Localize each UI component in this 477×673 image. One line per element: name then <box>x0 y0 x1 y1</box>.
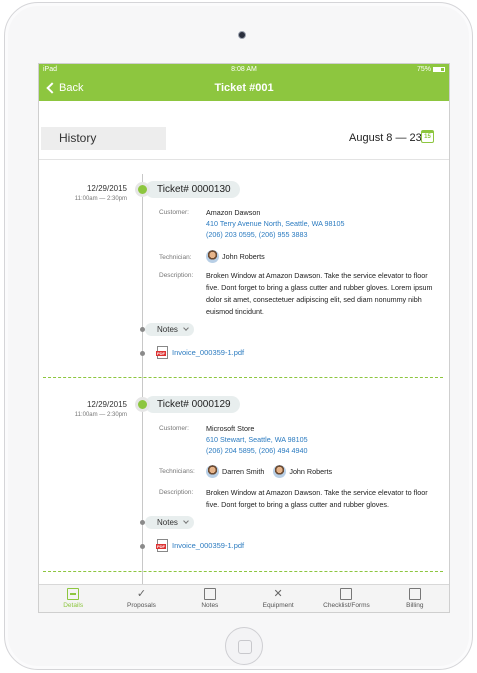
checkmark-icon <box>135 588 147 600</box>
tab-label: Notes <box>201 602 219 609</box>
customer-name: Microsoft Store <box>206 424 255 433</box>
page-title: Ticket #001 <box>214 82 274 94</box>
checklist-icon <box>340 588 353 600</box>
battery-indicator: 75% <box>417 64 445 76</box>
technician[interactable]: John Roberts <box>273 465 332 478</box>
attachment-link[interactable]: Invoice_000359-1.pdf <box>156 539 245 552</box>
notes-label: Notes <box>157 518 178 527</box>
ipad-frame: iPad 8:08 AM 75% Back Ticket #001 Histor… <box>4 2 473 670</box>
description-text: Broken Window at Amazon Dawson. Take the… <box>206 271 433 316</box>
customer-name: Amazon Dawson <box>206 208 261 217</box>
description-label: Description: <box>159 489 194 496</box>
notes-label: Notes <box>157 325 178 334</box>
tab-label: Billing <box>406 602 424 609</box>
notes-dropdown[interactable]: Notes <box>145 516 194 529</box>
customer-phone-link[interactable]: (206) 204 5895, (206) 494 4940 <box>206 445 308 456</box>
customer-label: Customer: <box>159 209 189 216</box>
pdf-icon <box>156 539 168 552</box>
tab-label: Proposals <box>127 602 156 609</box>
timeline-dot <box>135 182 150 197</box>
tab-equipment[interactable]: Equipment <box>244 585 312 612</box>
tab-details[interactable]: Details <box>39 585 107 612</box>
technician-list: John Roberts <box>206 250 272 266</box>
attachment-name: Invoice_000359-1.pdf <box>172 348 245 357</box>
technician[interactable]: John Roberts <box>206 250 265 263</box>
notes-dropdown[interactable]: Notes <box>145 323 194 336</box>
tab-label: Details <box>63 602 84 609</box>
divider <box>39 159 449 160</box>
tab-label: Equipment <box>262 602 294 609</box>
history-heading: History <box>41 127 166 150</box>
battery-percent: 75% <box>416 66 431 73</box>
date-range[interactable]: August 8 — 23 <box>349 132 422 144</box>
chevron-down-icon <box>183 518 189 524</box>
credit-card-icon <box>408 588 421 600</box>
customer-address-link[interactable]: 410 Terry Avenue North, Seattle, WA 9810… <box>206 218 345 229</box>
tab-bar: Details Proposals Notes Equipment Checkl… <box>39 584 449 612</box>
avatar <box>206 250 219 263</box>
customer-address-link[interactable]: 610 Stewart, Seattle, WA 98105 <box>206 434 308 445</box>
notes-icon <box>203 588 216 600</box>
ticket-separator <box>43 377 443 378</box>
timeline-dot-small <box>140 351 145 356</box>
tab-billing[interactable]: Billing <box>381 585 449 612</box>
chevron-down-icon <box>183 325 189 331</box>
tab-label: Checklist/Forms <box>323 602 370 609</box>
technician-name: Darren Smith <box>222 467 265 476</box>
pdf-icon <box>156 346 168 359</box>
tab-checklist-forms[interactable]: Checklist/Forms <box>312 585 380 612</box>
avatar <box>273 465 287 478</box>
battery-icon <box>433 66 445 72</box>
timeline-dot <box>135 397 150 412</box>
camera <box>238 31 246 39</box>
technician[interactable]: Darren Smith <box>206 465 264 478</box>
attachment-name: Invoice_000359-1.pdf <box>172 541 245 550</box>
ticket-number[interactable]: Ticket# 0000129 <box>145 396 240 413</box>
home-button[interactable] <box>225 627 263 665</box>
technician-list: Darren Smith John Roberts <box>206 465 339 481</box>
tab-proposals[interactable]: Proposals <box>107 585 175 612</box>
technician-label: Technician: <box>159 254 192 261</box>
tab-notes[interactable]: Notes <box>176 585 244 612</box>
technician-label: Technicians: <box>159 468 195 475</box>
ticket-time: 11:00am — 2:30pm <box>74 412 127 418</box>
avatar <box>206 465 219 478</box>
details-icon <box>67 588 80 600</box>
ticket-date: 12/29/2015 <box>86 184 127 193</box>
tools-icon <box>272 588 284 600</box>
attachment-link[interactable]: Invoice_000359-1.pdf <box>156 346 245 359</box>
description-text: Broken Window at Amazon Dawson. Take the… <box>206 488 428 509</box>
ticket-number[interactable]: Ticket# 0000130 <box>145 181 240 198</box>
status-bar: iPad 8:08 AM 75% <box>39 64 449 76</box>
description-label: Description: <box>159 272 194 279</box>
customer-label: Customer: <box>159 425 189 432</box>
timeline-dot-small <box>140 544 145 549</box>
technician-name: John Roberts <box>289 467 333 476</box>
ticket-date: 12/29/2015 <box>86 400 127 409</box>
ticket-separator <box>43 571 443 572</box>
nav-bar: Back Ticket #001 <box>39 76 449 101</box>
technician-name: John Roberts <box>222 252 265 261</box>
customer-phone-link[interactable]: (206) 203 0595, (206) 955 3883 <box>206 229 308 240</box>
ticket-time: 11:00am — 2:30pm <box>74 196 127 202</box>
app-screen: iPad 8:08 AM 75% Back Ticket #001 Histor… <box>38 63 450 613</box>
status-time: 8:08 AM <box>231 66 257 73</box>
calendar-icon[interactable]: 15 <box>421 130 434 143</box>
